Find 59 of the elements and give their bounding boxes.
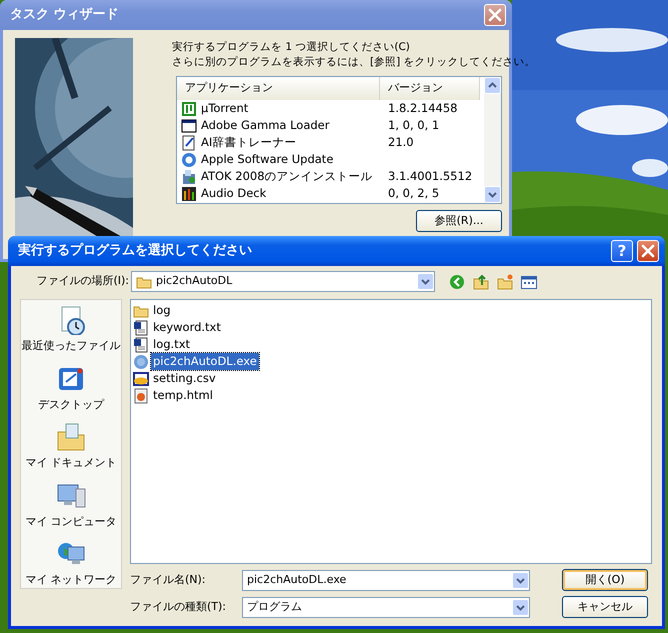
up-folder-icon <box>473 274 489 290</box>
place-item[interactable]: マイ ドキュメント <box>25 455 117 472</box>
view-menu-icon <box>521 274 537 290</box>
close-button[interactable] <box>637 240 659 262</box>
instruction-text: さらに別のプログラムを表示するには、[参照] をクリックしてください。 <box>172 55 536 70</box>
version-text: 1, 0, 0, 1 <box>387 116 440 134</box>
window-icon <box>181 118 197 134</box>
browse-button[interactable]: 参照(R)... <box>416 210 502 232</box>
file-item[interactable]: log.txt <box>151 336 192 354</box>
instruction-text: 実行するプログラムを 1 つ選択してください(C) <box>172 40 410 55</box>
filetype-dropdown[interactable]: プログラム <box>242 596 530 618</box>
file-item[interactable]: temp.html <box>151 386 215 404</box>
text-file-icon <box>133 320 149 336</box>
list-item[interactable]: Audio Deck <box>201 184 266 202</box>
place-item[interactable]: マイ コンピュータ <box>25 514 117 530</box>
app-icon <box>181 100 197 116</box>
equalizer-icon <box>181 186 197 202</box>
spreadsheet-icon <box>133 370 149 386</box>
cancel-button[interactable]: キャンセル <box>562 596 648 618</box>
file-item[interactable]: pic2chAutoDL.exe <box>151 352 259 370</box>
open-button[interactable]: 開く(O) <box>562 569 648 591</box>
filename-field[interactable]: pic2chAutoDL.exe <box>242 570 530 590</box>
place-item[interactable]: 最近使ったファイル <box>22 338 120 354</box>
file-item[interactable]: setting.csv <box>151 370 218 388</box>
place-item[interactable]: デスクトップ <box>38 396 104 413</box>
version-text: 1.8.2.14458 <box>387 100 458 117</box>
file-item[interactable]: keyword.txt <box>151 318 223 336</box>
toolbar-button[interactable] <box>521 274 537 290</box>
list-item[interactable]: µTorrent <box>201 100 248 118</box>
file-item[interactable]: log <box>151 302 173 320</box>
filename-label: ファイル名(N): <box>130 572 207 588</box>
help-button[interactable]: ? <box>611 240 633 262</box>
documents-folder-icon <box>56 422 86 452</box>
text-file-icon <box>133 336 149 352</box>
location-dropdown[interactable]: pic2chAutoDL <box>131 271 435 292</box>
installer-icon <box>181 168 197 184</box>
filetype-label: ファイルの種類(T): <box>130 598 228 615</box>
version-text: 0, 0, 2, 5 <box>387 184 440 202</box>
location-label: ファイルの場所(I): <box>35 273 130 290</box>
version-text: 3.1.4001.5512 <box>387 168 472 185</box>
new-folder-icon <box>497 274 513 290</box>
close-button[interactable] <box>484 4 506 26</box>
list-item[interactable]: Adobe Gamma Loader <box>201 116 330 134</box>
list-item[interactable]: AI辞書トレーナー <box>201 134 296 152</box>
column-header[interactable]: バージョン <box>380 77 480 100</box>
notebook-icon <box>181 134 197 150</box>
toolbar-button[interactable] <box>473 274 489 290</box>
window-title: タスク ウィザード <box>10 6 119 24</box>
place-item[interactable]: マイ ネットワーク <box>25 572 117 588</box>
web-page-icon <box>133 388 149 404</box>
toolbar-button[interactable] <box>449 274 465 290</box>
list-item[interactable]: Apple Software Update <box>201 150 334 168</box>
back-icon <box>449 274 465 290</box>
list-item[interactable]: ATOK 2008のアンインストール <box>201 168 373 186</box>
scrollbar[interactable] <box>484 77 501 203</box>
window-title: 実行するプログラムを選択してください <box>18 242 252 260</box>
program-icon <box>133 354 149 370</box>
column-header[interactable]: アプリケーション <box>177 77 380 100</box>
version-text: 21.0 <box>387 134 414 151</box>
